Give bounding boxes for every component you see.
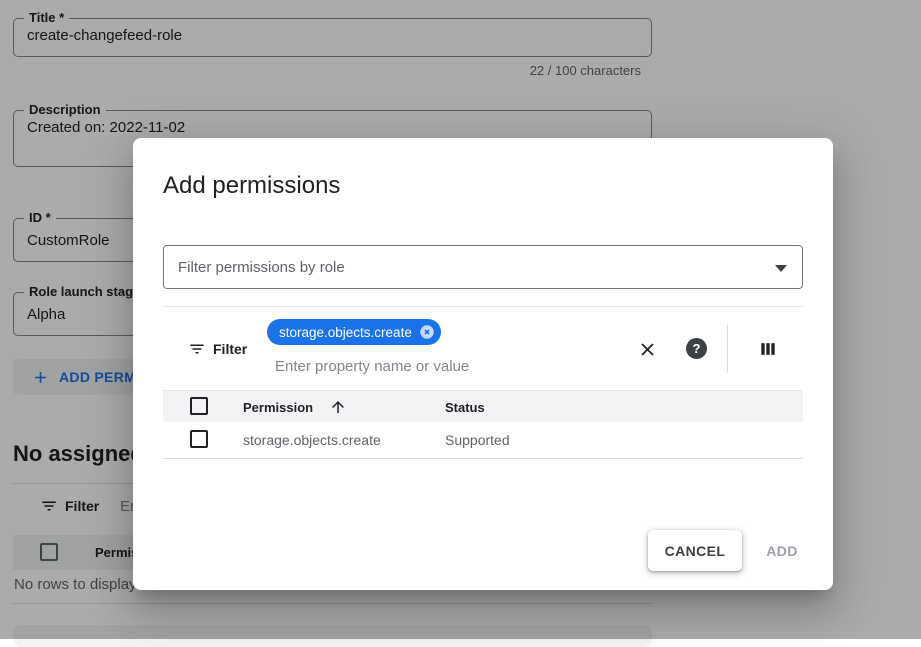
row-checkbox[interactable]: [190, 430, 208, 448]
filter-funnel-icon: [188, 340, 206, 358]
help-icon-glyph: ?: [693, 341, 701, 356]
column-header-status[interactable]: Status: [445, 400, 485, 415]
role-filter-dropdown[interactable]: Filter permissions by role: [163, 245, 803, 289]
filter-chip-label: storage.objects.create: [279, 325, 412, 340]
dialog-title: Add permissions: [163, 172, 340, 200]
cancel-button[interactable]: CANCEL: [648, 530, 742, 571]
sort-ascending-icon[interactable]: [329, 398, 347, 416]
chevron-down-icon: [775, 265, 787, 272]
dialog-filter-input[interactable]: Enter property name or value: [275, 358, 469, 375]
dialog-table-header: Permission Status: [163, 390, 803, 422]
help-icon[interactable]: ?: [686, 338, 707, 359]
table-row[interactable]: storage.objects.create Supported: [163, 422, 803, 459]
toolbar-top-divider: [163, 306, 803, 307]
cell-status: Supported: [445, 432, 510, 448]
column-header-permission[interactable]: Permission: [243, 400, 313, 415]
filter-chip[interactable]: storage.objects.create: [267, 319, 441, 345]
dialog-filter-label: Filter: [213, 341, 247, 357]
add-permissions-dialog: Add permissions Filter permissions by ro…: [133, 138, 833, 590]
column-display-icon[interactable]: [756, 337, 780, 361]
cell-permission: storage.objects.create: [243, 432, 381, 448]
select-all-checkbox[interactable]: [190, 397, 208, 415]
clear-filters-icon[interactable]: [635, 337, 659, 361]
role-filter-dropdown-text: Filter permissions by role: [178, 259, 345, 276]
add-button[interactable]: ADD: [751, 530, 813, 571]
toolbar-divider: [727, 325, 728, 373]
chip-remove-icon[interactable]: [418, 323, 436, 341]
